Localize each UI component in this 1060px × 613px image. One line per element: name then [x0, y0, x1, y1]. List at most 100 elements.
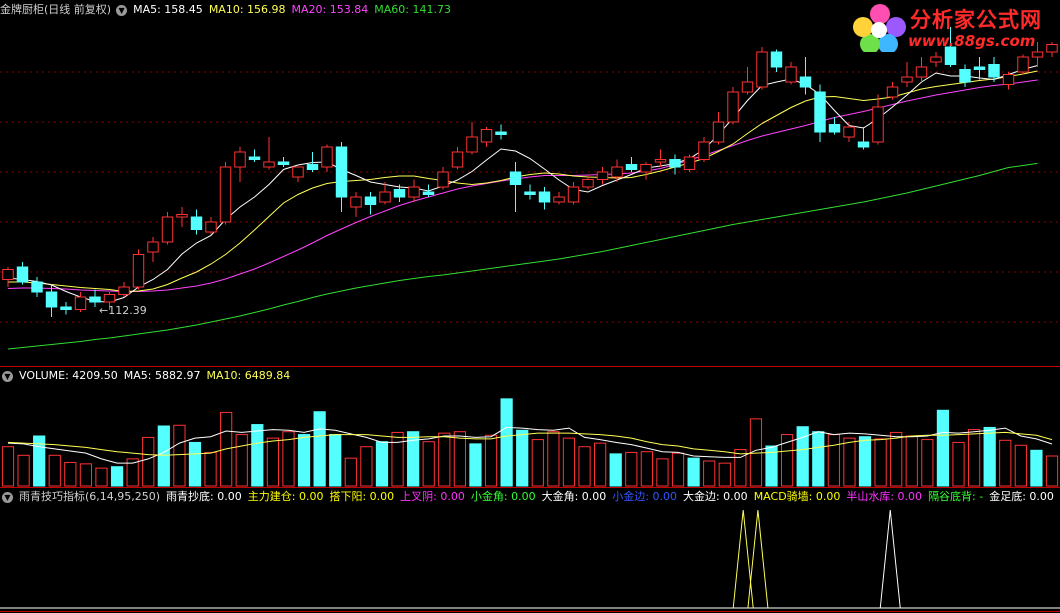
candle-body: [379, 191, 391, 203]
low-price-label: ←112.39: [99, 304, 147, 317]
candle-body: [466, 136, 478, 153]
candle-body: [89, 296, 101, 303]
candle-body: [828, 124, 841, 133]
signal-indicator-7: 大金边: 0.00: [682, 490, 748, 503]
volume-bar: [936, 409, 950, 487]
candle-body: [669, 159, 681, 168]
signal-indicator-0: 雨青抄底: 0.00: [166, 490, 242, 503]
signal-panel-title: 雨青技巧指标(6,14,95,250): [19, 490, 161, 503]
volume-bar: [297, 434, 311, 487]
candle-body: [857, 141, 870, 148]
signal-lines: [0, 509, 1060, 609]
ma5-line: [7, 65, 1038, 303]
candle-body: [205, 221, 217, 233]
candle-body: [915, 66, 928, 78]
signal-spike: [732, 509, 754, 609]
volume-bar: [671, 452, 685, 487]
candle-body: [118, 286, 130, 295]
logo-url: www.88gs.com: [908, 32, 1036, 50]
volume-bar: [1, 446, 15, 487]
volume-bar: [562, 437, 576, 487]
candle-body: [582, 179, 594, 188]
candle-body: [712, 121, 725, 143]
signal-indicator-6: 小金边: 0.00: [612, 490, 677, 503]
price-indicator-2: MA20: 153.84: [291, 3, 369, 16]
chevron-down-icon[interactable]: ▼: [116, 4, 128, 16]
volume-bar: [313, 411, 326, 487]
candle-body: [451, 151, 464, 168]
volume-bar: [235, 434, 248, 487]
candle-body: [1031, 51, 1044, 58]
volume-bar: [360, 446, 373, 487]
candle-body: [161, 216, 174, 243]
candle-body: [393, 189, 406, 198]
candle-body: [654, 159, 667, 163]
candle-body: [292, 166, 304, 178]
volume-indicator-list: VOLUME: 4209.50 MA5: 5882.97 MA10: 6489.84: [19, 368, 296, 384]
volume-bar: [157, 425, 170, 487]
price-panel-title: 金牌厨柜(日线 前复权): [0, 3, 112, 16]
volume-bar: [391, 431, 404, 487]
volume-bars: [1, 398, 1059, 487]
volume-bar: [95, 467, 108, 487]
volume-indicator-0: VOLUME: 4209.50: [19, 369, 118, 382]
volume-bar: [578, 446, 591, 487]
candle-body: [2, 269, 14, 280]
volume-bar: [952, 441, 965, 487]
volume-bar: [609, 453, 622, 487]
candle-body: [901, 76, 913, 83]
candle-body: [190, 216, 203, 230]
volume-bar: [734, 449, 747, 487]
candle-body: [147, 241, 159, 253]
volume-bar: [422, 441, 435, 487]
volume-bar: [983, 426, 996, 487]
candle-body: [364, 196, 377, 205]
signal-indicator-1: 主力建仓: 0.00: [247, 490, 324, 503]
candle-body: [234, 151, 246, 168]
candle-body: [16, 266, 29, 283]
volume-bar: [718, 462, 731, 487]
volume-bar: [967, 429, 981, 487]
logo-name: 分析家公式网: [910, 8, 1042, 32]
candle-body: [74, 296, 87, 310]
candle-body: [277, 161, 290, 165]
candle-body: [625, 164, 638, 170]
volume-bar: [1014, 444, 1027, 487]
price-panel-header: 金牌厨柜(日线 前复权) ▼ MA5: 158.45 MA10: 156.98 MA…: [0, 2, 457, 18]
volume-bar: [375, 441, 389, 487]
chevron-down-icon[interactable]: ▼: [2, 491, 13, 503]
volume-bar: [329, 434, 342, 487]
candle-body: [103, 294, 116, 303]
volume-bar: [656, 458, 669, 487]
price-indicator-list: MA5: 158.45 MA10: 156.98 MA20: 153.84 MA60:…: [133, 2, 457, 18]
volume-bar: [188, 441, 202, 487]
volume-bar: [890, 431, 903, 487]
volume-bar: [438, 432, 451, 487]
candle-body: [408, 186, 420, 198]
volume-bar: [251, 424, 264, 487]
volume-bar: [594, 442, 607, 487]
chevron-down-icon[interactable]: ▼: [2, 370, 13, 382]
volume-panel-header: ▼ VOLUME: 4209.50 MA5: 5882.97 MA10: 6489.…: [0, 368, 296, 384]
signal-indicator-9: 半山水库: 0.00: [846, 490, 923, 503]
volume-bar: [17, 454, 30, 487]
candle-body: [611, 166, 623, 178]
volume-bar: [64, 461, 77, 487]
candle-body: [843, 126, 855, 138]
volume-bar: [79, 463, 93, 487]
volume-bar: [843, 437, 856, 487]
volume-bar: [687, 457, 700, 487]
volume-bar: [1045, 455, 1059, 487]
ma60-line: [7, 162, 1038, 350]
flower-logo-icon: [853, 4, 906, 54]
candle-body: [176, 214, 188, 218]
volume-bar: [547, 431, 560, 487]
stock-chart-canvas: ←112.39: [0, 27, 1060, 612]
volume-bar: [858, 436, 872, 487]
signal-indicator-10: 隔谷底背: -: [928, 490, 984, 503]
volume-bar: [531, 439, 544, 487]
price-indicator-1: MA10: 156.98: [208, 3, 286, 16]
candle-body: [524, 191, 536, 195]
volume-bar: [453, 431, 466, 487]
volume-bar: [625, 451, 638, 487]
